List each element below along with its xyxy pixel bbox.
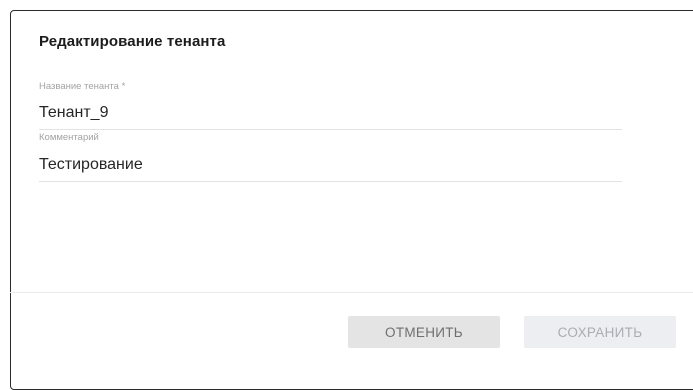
- dialog-title: Редактирование тенанта: [39, 33, 226, 50]
- save-button[interactable]: СОХРАНИТЬ: [524, 316, 676, 348]
- comment-input[interactable]: [39, 156, 622, 174]
- comment-label: Комментарий: [39, 132, 99, 143]
- tenant-name-input[interactable]: [39, 104, 622, 122]
- tenant-name-field[interactable]: Название тенанта *: [39, 81, 622, 130]
- comment-field[interactable]: Комментарий: [39, 132, 622, 182]
- tenant-name-label: Название тенанта *: [39, 81, 126, 92]
- footer-divider: [10, 292, 693, 293]
- cancel-button[interactable]: ОТМЕНИТЬ: [348, 316, 500, 348]
